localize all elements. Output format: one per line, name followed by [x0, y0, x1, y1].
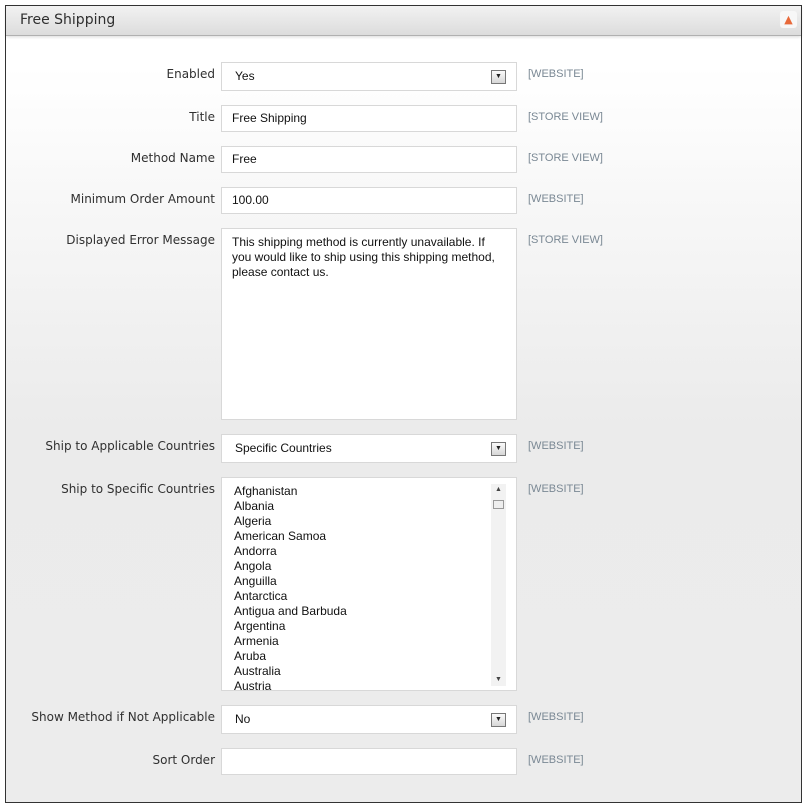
country-option[interactable]: Afghanistan	[234, 484, 516, 499]
error-message-label: Displayed Error Message	[66, 233, 215, 247]
enabled-label: Enabled	[166, 67, 216, 81]
show-method-select[interactable]: No ▼	[221, 705, 517, 734]
country-option[interactable]: Austria	[234, 679, 516, 690]
min-order-input[interactable]: 100.00	[221, 187, 517, 214]
country-option[interactable]: Andorra	[234, 544, 516, 559]
applicable-countries-label: Ship to Applicable Countries	[45, 439, 215, 453]
country-option[interactable]: Albania	[234, 499, 516, 514]
title-input[interactable]: Free Shipping	[221, 105, 517, 132]
country-option[interactable]: Antigua and Barbuda	[234, 604, 516, 619]
scroll-down-icon[interactable]: ▼	[491, 674, 506, 686]
scope-label: [STORE VIEW]	[528, 152, 603, 164]
country-option[interactable]: Algeria	[234, 514, 516, 529]
country-option[interactable]: Anguilla	[234, 574, 516, 589]
dropdown-arrow-icon[interactable]: ▼	[491, 713, 506, 727]
scope-label: [STORE VIEW]	[528, 111, 603, 123]
specific-countries-multiselect[interactable]: Afghanistan Albania Algeria American Samoa A…	[221, 477, 517, 691]
country-option[interactable]: American Samoa	[234, 529, 516, 544]
dropdown-arrow-icon[interactable]: ▼	[491, 442, 506, 456]
country-option[interactable]: Angola	[234, 559, 516, 574]
scope-label: [STORE VIEW]	[528, 234, 603, 246]
country-option[interactable]: Aruba	[234, 649, 516, 664]
scroll-up-icon[interactable]: ▲	[491, 484, 506, 496]
method-name-label: Method Name	[130, 151, 215, 165]
min-order-label: Minimum Order Amount	[70, 192, 216, 206]
show-method-label: Show Method if Not Applicable	[31, 710, 215, 724]
enabled-value: Yes	[235, 69, 255, 83]
scope-label: [WEBSITE]	[528, 483, 584, 495]
scrollbar-thumb[interactable]	[493, 500, 504, 509]
section-title: Free Shipping	[20, 12, 116, 28]
country-option[interactable]: Argentina	[234, 619, 516, 634]
scope-label: [WEBSITE]	[528, 754, 584, 766]
specific-countries-label: Ship to Specific Countries	[61, 482, 215, 496]
scope-label: [WEBSITE]	[528, 711, 584, 723]
applicable-countries-value: Specific Countries	[235, 441, 332, 455]
scope-label: [WEBSITE]	[528, 68, 584, 80]
dropdown-arrow-icon[interactable]: ▼	[491, 70, 506, 84]
enabled-select[interactable]: Yes ▼	[221, 62, 517, 91]
title-label: Title	[189, 110, 215, 124]
country-option[interactable]: Australia	[234, 664, 516, 679]
show-method-value: No	[235, 712, 251, 726]
error-message-textarea[interactable]: This shipping method is currently unavai…	[221, 228, 517, 420]
country-option[interactable]: Antarctica	[234, 589, 516, 604]
section-header[interactable]: Free Shipping ▲	[6, 6, 801, 36]
scrollbar[interactable]: ▲ ▼	[491, 484, 506, 686]
scope-label: [WEBSITE]	[528, 193, 584, 205]
applicable-countries-select[interactable]: Specific Countries ▼	[221, 434, 517, 463]
sort-order-label: Sort Order	[152, 753, 215, 767]
sort-order-input[interactable]	[221, 748, 517, 775]
chevron-up-icon[interactable]: ▲	[780, 11, 797, 28]
method-name-input[interactable]: Free	[221, 146, 517, 173]
country-option[interactable]: Armenia	[234, 634, 516, 649]
scope-label: [WEBSITE]	[528, 440, 584, 452]
